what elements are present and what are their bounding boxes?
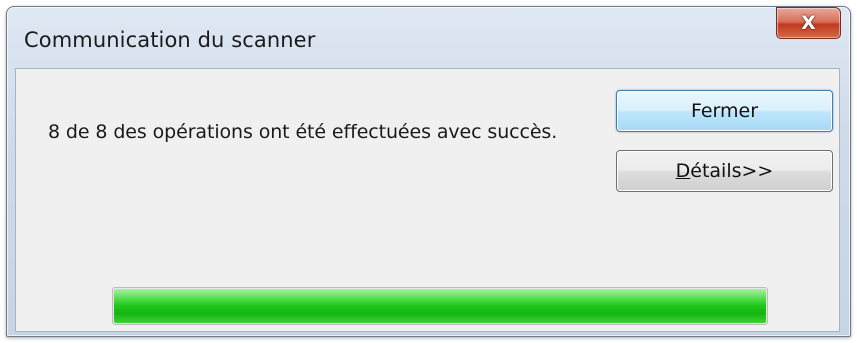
details-button-label: Détails>>	[676, 160, 774, 182]
dialog-body: 8 de 8 des opérations ont été effectuées…	[15, 68, 840, 332]
title-bar[interactable]: Communication du scanner	[10, 16, 770, 54]
progress-bar-fill	[114, 289, 766, 323]
close-dialog-button-label: Fermer	[690, 100, 759, 122]
details-label-rest: étails>>	[690, 160, 774, 182]
progress-bar	[112, 287, 768, 325]
details-accelerator-key: D	[675, 160, 691, 182]
close-icon: X	[801, 12, 816, 34]
close-dialog-button[interactable]: Fermer	[616, 90, 833, 132]
window-title: Communication du scanner	[24, 28, 316, 52]
status-message: 8 de 8 des opérations ont été effectuées…	[48, 121, 558, 143]
dialog-window: Communication du scanner X 8 de 8 des op…	[0, 0, 857, 343]
details-button[interactable]: Détails>>	[616, 150, 833, 192]
window-close-button[interactable]: X	[776, 7, 841, 39]
